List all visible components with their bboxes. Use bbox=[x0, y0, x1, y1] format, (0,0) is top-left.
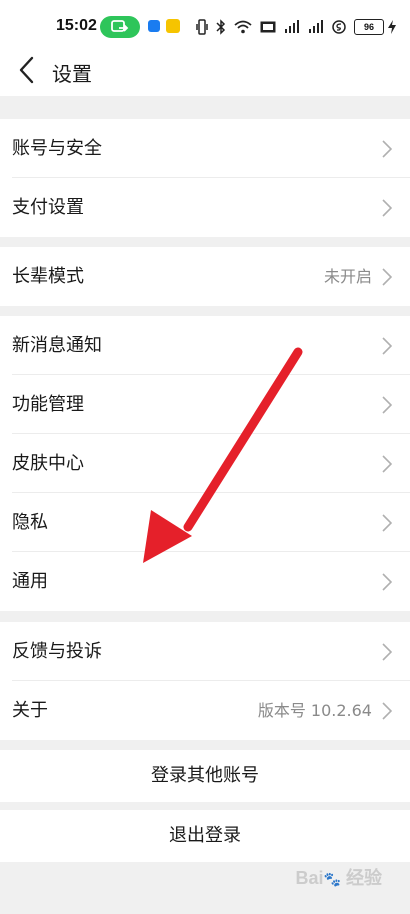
chevron-right-icon bbox=[382, 337, 392, 355]
settings-row-feedback[interactable]: 反馈与投诉 bbox=[0, 622, 410, 681]
hd-icon bbox=[260, 21, 276, 33]
chevron-right-icon bbox=[382, 140, 392, 158]
settings-row-account-security[interactable]: 账号与安全 bbox=[0, 119, 410, 178]
section-general: 新消息通知 功能管理 皮肤中心 隐私 通用 bbox=[0, 316, 410, 611]
watermark-logo: Bai🐾 经验 bbox=[295, 868, 382, 888]
chevron-right-icon bbox=[382, 514, 392, 532]
row-label: 功能管理 bbox=[12, 394, 84, 415]
back-icon bbox=[19, 56, 34, 84]
status-bar: 15:02 96 bbox=[0, 0, 410, 56]
chevron-right-icon bbox=[382, 643, 392, 661]
logout-button[interactable]: 退出登录 bbox=[0, 810, 410, 862]
settings-row-notifications[interactable]: 新消息通知 bbox=[0, 316, 410, 375]
section-about: 反馈与投诉 关于 版本号 10.2.64 bbox=[0, 622, 410, 740]
vibrate-icon bbox=[196, 19, 208, 35]
data-saver-icon bbox=[332, 20, 346, 34]
section-account: 账号与安全 支付设置 bbox=[0, 119, 410, 237]
row-label: 账号与安全 bbox=[12, 138, 102, 159]
chevron-right-icon bbox=[382, 702, 392, 720]
section-elder-mode: 长辈模式 未开启 bbox=[0, 247, 410, 306]
screen-cast-indicator bbox=[100, 16, 140, 38]
settings-row-payment[interactable]: 支付设置 bbox=[0, 178, 410, 237]
row-label: 新消息通知 bbox=[12, 335, 102, 356]
battery-icon: 96 bbox=[354, 19, 384, 35]
settings-row-skins[interactable]: 皮肤中心 bbox=[0, 434, 410, 493]
chevron-right-icon bbox=[382, 199, 392, 217]
row-label: 通用 bbox=[12, 571, 48, 592]
settings-row-about[interactable]: 关于 版本号 10.2.64 bbox=[0, 681, 410, 740]
status-icons: 96 bbox=[196, 16, 396, 38]
chevron-right-icon bbox=[382, 396, 392, 414]
chevron-right-icon bbox=[382, 268, 392, 286]
row-label: 隐私 bbox=[12, 512, 48, 533]
app-notification-icon-2 bbox=[166, 19, 180, 33]
wifi-icon bbox=[234, 20, 252, 34]
status-time: 15:02 bbox=[56, 17, 97, 34]
row-value: 未开启 bbox=[323, 267, 372, 286]
row-label: 长辈模式 bbox=[12, 266, 84, 287]
screen-cast-icon bbox=[111, 20, 129, 32]
battery-level: 96 bbox=[363, 22, 374, 32]
chevron-right-icon bbox=[382, 455, 392, 473]
page-title: 设置 bbox=[52, 62, 92, 86]
row-label: 皮肤中心 bbox=[12, 453, 84, 474]
nav-bar: 设置 bbox=[0, 56, 410, 96]
row-label: 关于 bbox=[12, 700, 48, 721]
signal-1-icon bbox=[285, 20, 299, 33]
charging-icon bbox=[388, 20, 396, 34]
app-notification-icon bbox=[148, 20, 160, 32]
settings-row-general[interactable]: 通用 bbox=[0, 552, 410, 611]
settings-row-privacy[interactable]: 隐私 bbox=[0, 493, 410, 552]
settings-row-elder-mode[interactable]: 长辈模式 未开启 bbox=[0, 247, 410, 306]
settings-row-features[interactable]: 功能管理 bbox=[0, 375, 410, 434]
row-label: 反馈与投诉 bbox=[12, 641, 102, 662]
row-label: 支付设置 bbox=[12, 197, 84, 218]
back-button[interactable] bbox=[14, 56, 42, 84]
chevron-right-icon bbox=[382, 573, 392, 591]
switch-account-button[interactable]: 登录其他账号 bbox=[0, 750, 410, 802]
signal-2-icon bbox=[309, 20, 323, 33]
version-value: 版本号 10.2.64 bbox=[257, 701, 372, 720]
bluetooth-icon bbox=[216, 19, 226, 35]
